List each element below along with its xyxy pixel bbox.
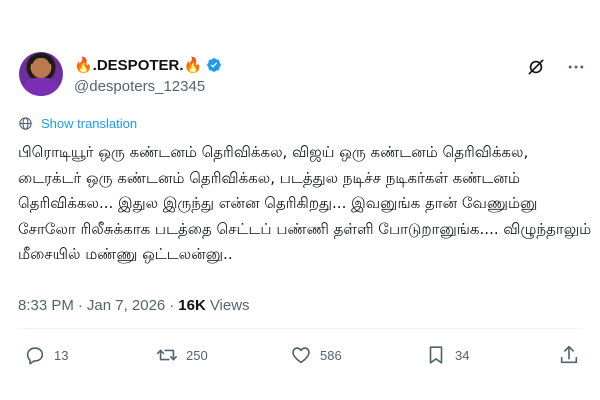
verified-icon [207, 58, 222, 72]
avatar[interactable] [19, 52, 63, 96]
action-bar: 13 250 586 34 [18, 344, 582, 372]
show-translation-link[interactable]: Show translation [18, 116, 137, 131]
share-button[interactable] [558, 344, 580, 366]
share-icon [560, 345, 578, 364]
tweet-meta: 8:33 PM · Jan 7, 2026 · 16K Views [18, 297, 250, 314]
avatar-face [32, 58, 50, 78]
like-button[interactable]: 586 [290, 344, 342, 366]
tweet-time[interactable]: 8:33 PM [18, 297, 74, 314]
author-display-name[interactable]: 🔥.DESPOTER.🔥 [74, 56, 202, 74]
reply-icon [26, 347, 44, 365]
author-handle[interactable]: @despoters_12345 [74, 78, 205, 95]
repost-count: 250 [186, 347, 208, 363]
avatar-shirt [23, 78, 59, 96]
bookmark-count: 34 [455, 347, 470, 363]
like-count: 586 [320, 347, 342, 363]
bookmark-button[interactable]: 34 [425, 344, 469, 366]
tweet-date[interactable]: Jan 7, 2026 [87, 297, 165, 314]
views-label: Views [209, 297, 250, 314]
divider [18, 328, 582, 329]
more-icon[interactable] [566, 57, 586, 77]
views-count: 16K [178, 297, 206, 314]
repost-button[interactable]: 250 [156, 344, 208, 366]
repost-icon [157, 349, 177, 361]
bookmark-icon [429, 346, 443, 364]
globe-icon [19, 117, 32, 130]
like-icon [292, 347, 310, 364]
grok-icon[interactable] [526, 57, 546, 77]
reply-count: 13 [54, 347, 69, 363]
meta-separator: · [77, 297, 83, 314]
tweet-text: பிரொடியூர் ஒரு கண்டனம் தெரிவிக்கல, விஜய்… [18, 143, 592, 263]
top-actions [526, 57, 586, 77]
reply-button[interactable]: 13 [24, 344, 68, 366]
show-translation-label[interactable]: Show translation [41, 116, 137, 131]
meta-separator: · [169, 297, 175, 314]
author-name-row: 🔥.DESPOTER.🔥 [74, 56, 222, 74]
